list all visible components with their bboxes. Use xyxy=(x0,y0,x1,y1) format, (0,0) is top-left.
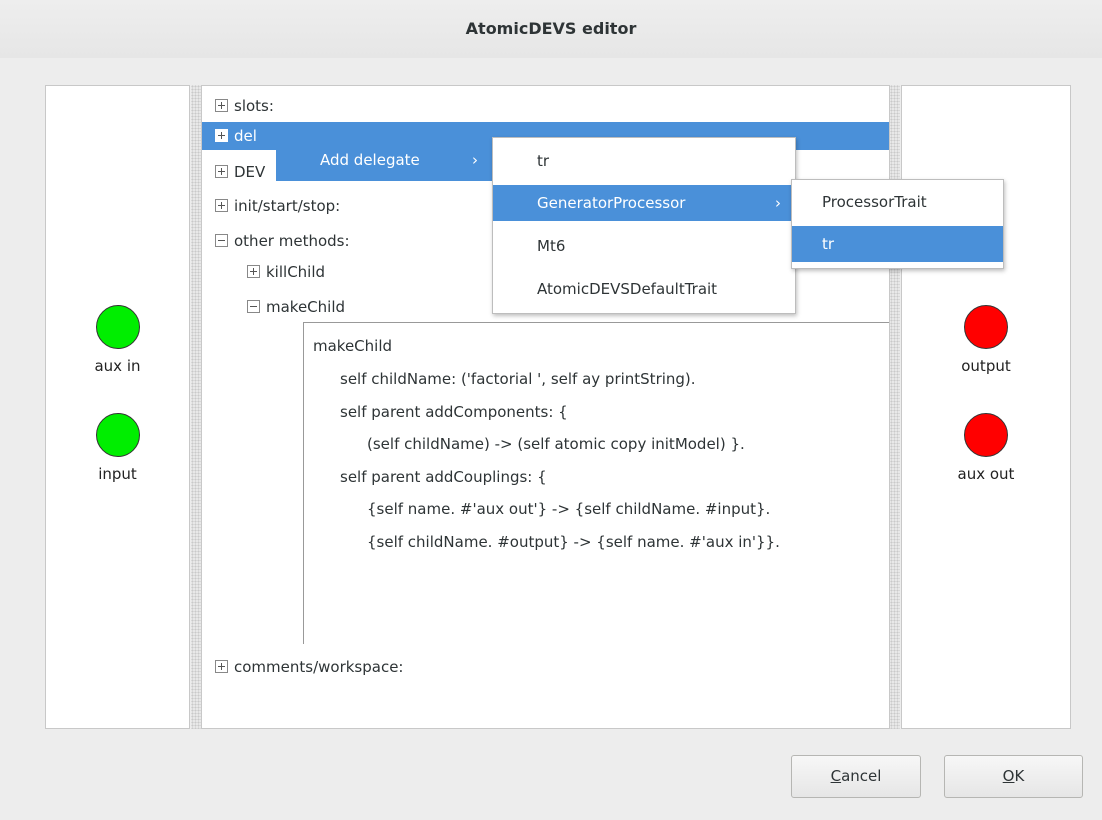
aux-out-label: aux out xyxy=(957,465,1015,483)
ok-button[interactable]: OK xyxy=(944,755,1083,798)
tree-item-init-start-stop[interactable]: init/start/stop: xyxy=(215,192,340,220)
menu-item-tr[interactable]: tr xyxy=(493,143,795,179)
submenu-arrow-icon: › xyxy=(472,151,478,169)
method-code-editor[interactable]: makeChild self childName: ('factorial ',… xyxy=(303,322,889,644)
expand-icon[interactable] xyxy=(215,660,228,673)
output-port-aux-out[interactable]: aux out xyxy=(902,413,1070,483)
aux-in-label: aux in xyxy=(94,357,141,375)
expand-icon[interactable] xyxy=(247,265,260,278)
code-line: self parent addComponents: { xyxy=(340,403,568,421)
menu-item-add-delegate[interactable]: Add delegate › xyxy=(276,142,492,178)
output-port-icon[interactable] xyxy=(964,305,1008,349)
context-menu: Add delegate › xyxy=(276,141,492,181)
tree-item-kill-child[interactable]: killChild xyxy=(247,258,325,286)
expand-icon[interactable] xyxy=(215,129,228,142)
expand-icon[interactable] xyxy=(215,165,228,178)
tree-item-make-child[interactable]: makeChild xyxy=(247,293,345,321)
code-line: self parent addCouplings: { xyxy=(340,468,547,486)
menu-item-atomic-devs-default-trait[interactable]: AtomicDEVSDefaultTrait xyxy=(493,271,795,307)
input-ports-panel: aux in input xyxy=(45,85,190,729)
output-port-output[interactable]: output xyxy=(902,305,1070,375)
input-label: input xyxy=(98,465,137,483)
code-line: {self name. #'aux out'} -> {self childNa… xyxy=(367,500,771,518)
code-line: (self childName) -> (self atomic copy in… xyxy=(367,435,745,453)
tree-item-other-methods[interactable]: other methods: xyxy=(215,227,350,255)
tree-item-slots[interactable]: slots: xyxy=(215,92,274,120)
menu-item-processor-trait[interactable]: ProcessorTrait xyxy=(792,184,1003,220)
expand-icon[interactable] xyxy=(215,199,228,212)
menu-item-tr-sub[interactable]: tr xyxy=(792,226,1003,262)
expand-icon[interactable] xyxy=(215,99,228,112)
input-port-icon[interactable] xyxy=(95,413,140,457)
left-splitter-handle[interactable] xyxy=(191,85,201,729)
tree-item-comments-workspace[interactable]: comments/workspace: xyxy=(215,653,404,681)
delegate-submenu: tr GeneratorProcessor › Mt6 AtomicDEVSDef… xyxy=(492,137,796,314)
menu-item-generator-processor[interactable]: GeneratorProcessor › xyxy=(493,185,795,221)
aux-out-port-icon[interactable] xyxy=(964,413,1008,457)
collapse-icon[interactable] xyxy=(215,234,228,247)
collapse-icon[interactable] xyxy=(247,300,260,313)
code-line: {self childName. #output} -> {self name.… xyxy=(367,533,780,551)
code-line: self childName: ('factorial ', self ay p… xyxy=(340,370,696,388)
generator-processor-submenu: ProcessorTrait tr xyxy=(791,179,1004,269)
aux-in-port-icon[interactable] xyxy=(95,305,140,349)
input-port-input[interactable]: input xyxy=(46,413,189,483)
submenu-arrow-icon: › xyxy=(775,194,781,212)
code-line: makeChild xyxy=(313,337,393,355)
cancel-button[interactable]: Cancel xyxy=(791,755,921,798)
window-title: AtomicDEVS editor xyxy=(0,0,1102,58)
input-port-aux-in[interactable]: aux in xyxy=(46,305,189,375)
tree-item-devs[interactable]: DEV xyxy=(215,158,265,186)
menu-item-mt6[interactable]: Mt6 xyxy=(493,228,795,264)
output-label: output xyxy=(961,357,1011,375)
